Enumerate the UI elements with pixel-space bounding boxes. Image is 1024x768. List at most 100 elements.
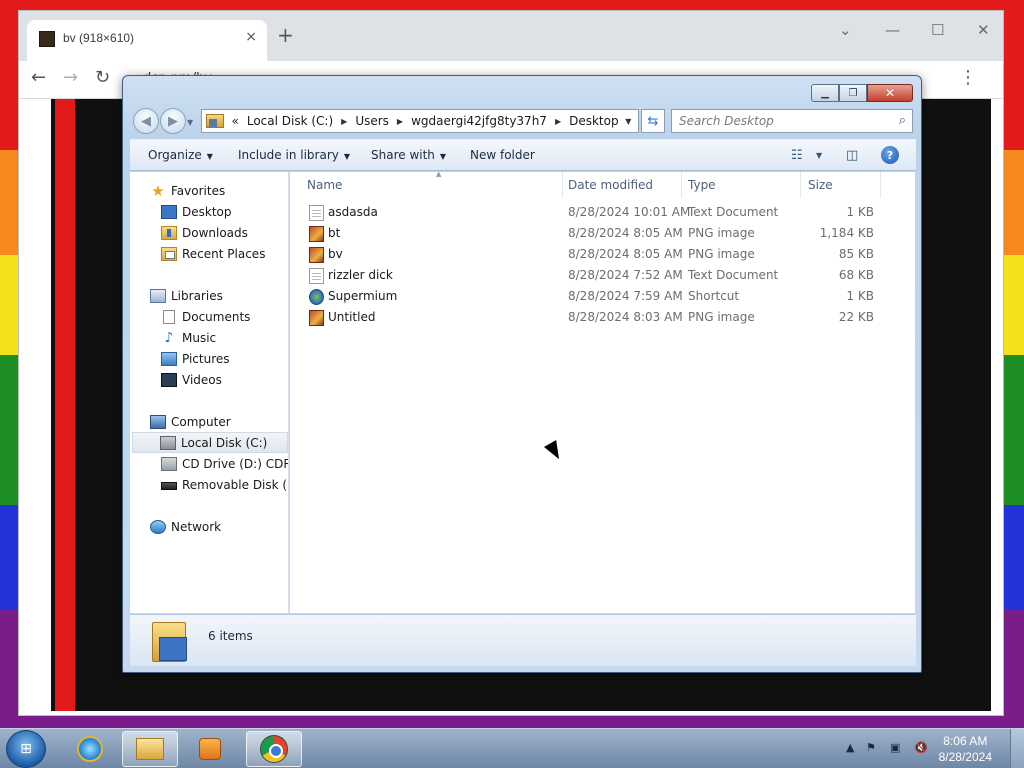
breadcrumb-local-disk[interactable]: Local Disk (C:) bbox=[247, 114, 333, 128]
network-tray-icon[interactable]: ▣ bbox=[890, 741, 900, 754]
folder-icon bbox=[152, 622, 187, 662]
more-menu-icon[interactable]: ⋮ bbox=[959, 67, 977, 88]
taskbar: ⊞ ▲ ⚑ ▣ 🔇 8:06 AM 8/28/2024 bbox=[0, 728, 1024, 768]
preview-pane-icon[interactable]: ◫ bbox=[846, 148, 858, 163]
chevron-down-icon[interactable]: ⌄ bbox=[839, 21, 852, 39]
view-options-chevron-icon[interactable]: ▼ bbox=[816, 151, 822, 160]
browser-tab[interactable]: bv (918×610) × bbox=[27, 20, 267, 61]
column-header-label: Type bbox=[688, 178, 716, 192]
nav-item-pictures[interactable]: Pictures bbox=[161, 348, 230, 369]
file-row[interactable]: Supermium 8/28/2024 7:59 AM Shortcut 1 K… bbox=[290, 286, 910, 307]
nav-item-local-disk[interactable]: Local Disk (C:) bbox=[132, 432, 288, 453]
file-row[interactable]: bv 8/28/2024 8:05 AM PNG image 85 KB bbox=[290, 244, 910, 265]
taskbar-internet-explorer[interactable] bbox=[62, 731, 118, 767]
share-with-button[interactable]: Share with ▼ bbox=[371, 148, 446, 162]
recent-pages-chevron-icon[interactable]: ▼ bbox=[187, 118, 193, 127]
nav-item-label: Recent Places bbox=[182, 246, 266, 261]
nav-item-documents[interactable]: Documents bbox=[161, 306, 250, 327]
network-icon bbox=[150, 519, 166, 534]
nav-item-label: Computer bbox=[171, 414, 231, 429]
breadcrumb-users[interactable]: Users bbox=[355, 114, 389, 128]
file-row[interactable]: bt 8/28/2024 8:05 AM PNG image 1,184 KB bbox=[290, 223, 910, 244]
nav-item-network[interactable]: Network bbox=[150, 516, 221, 537]
taskbar-browser[interactable] bbox=[246, 731, 302, 767]
nav-item-favorites[interactable]: ★ Favorites bbox=[150, 180, 225, 201]
forward-arrow-icon[interactable]: → bbox=[63, 67, 78, 88]
change-view-icon[interactable]: ☷ bbox=[791, 148, 803, 163]
page-image-stripe bbox=[55, 99, 75, 711]
breadcrumb-arrow-icon[interactable]: ▶ bbox=[341, 117, 347, 126]
refresh-icon[interactable]: ⇆ bbox=[641, 109, 665, 133]
show-hidden-icons-icon[interactable]: ▲ bbox=[846, 741, 854, 754]
nav-item-label: Music bbox=[182, 330, 217, 345]
column-header-label: Date modified bbox=[568, 178, 654, 192]
browser-maximize-icon[interactable]: ☐ bbox=[931, 21, 944, 39]
include-in-library-label: Include in library bbox=[238, 148, 339, 162]
chevron-down-icon: ▼ bbox=[343, 152, 351, 161]
file-type: Shortcut bbox=[688, 289, 740, 303]
internet-explorer-icon bbox=[77, 736, 103, 762]
downloads-folder-icon bbox=[161, 225, 177, 240]
new-folder-button[interactable]: New folder bbox=[470, 148, 535, 162]
text-file-icon bbox=[309, 205, 324, 221]
png-image-icon bbox=[309, 310, 324, 326]
nav-item-removable-disk[interactable]: Removable Disk (E:) bbox=[161, 474, 288, 495]
nav-item-cd-drive[interactable]: CD Drive (D:) CDROM bbox=[161, 453, 288, 474]
column-header-name[interactable]: Name ▲ bbox=[300, 170, 563, 198]
start-button[interactable]: ⊞ bbox=[6, 730, 46, 768]
libraries-icon bbox=[150, 288, 166, 303]
address-history-chevron-icon[interactable]: ▼ bbox=[619, 110, 638, 132]
include-in-library-button[interactable]: Include in library ▼ bbox=[238, 148, 350, 162]
action-center-flag-icon[interactable]: ⚑ bbox=[866, 741, 876, 754]
tab-close-icon[interactable]: × bbox=[245, 29, 257, 45]
pictures-icon bbox=[161, 351, 177, 366]
address-bar[interactable]: « Local Disk (C:) ▶ Users ▶ wgdaergi42jf… bbox=[201, 109, 639, 133]
back-button[interactable]: ◀ bbox=[133, 108, 159, 134]
back-arrow-icon[interactable]: ← bbox=[31, 67, 46, 88]
nav-item-libraries[interactable]: Libraries bbox=[150, 285, 223, 306]
png-image-icon bbox=[309, 226, 324, 242]
file-row[interactable]: asdasda 8/28/2024 10:01 AM Text Document… bbox=[290, 202, 910, 223]
browser-close-icon[interactable]: ✕ bbox=[977, 21, 990, 39]
column-header-type[interactable]: Type bbox=[681, 172, 801, 198]
system-clock[interactable]: 8:06 AM 8/28/2024 bbox=[939, 733, 992, 765]
organize-button[interactable]: Organize ▼ bbox=[148, 148, 213, 162]
nav-item-music[interactable]: ♪ Music bbox=[161, 327, 217, 348]
browser-minimize-icon[interactable]: — bbox=[885, 21, 900, 39]
windows-explorer-icon bbox=[136, 738, 164, 760]
png-image-icon bbox=[309, 247, 324, 263]
forward-button[interactable]: ▶ bbox=[160, 108, 186, 134]
new-tab-button[interactable]: + bbox=[277, 23, 294, 47]
help-icon[interactable]: ? bbox=[881, 146, 899, 164]
close-button[interactable]: ✕ bbox=[867, 84, 913, 102]
taskbar-media-player[interactable] bbox=[182, 731, 238, 767]
file-row[interactable]: rizzler dick 8/28/2024 7:52 AM Text Docu… bbox=[290, 265, 910, 286]
volume-muted-icon[interactable]: 🔇 bbox=[914, 741, 928, 754]
search-input[interactable] bbox=[672, 110, 882, 132]
show-desktop-button[interactable] bbox=[1010, 729, 1024, 768]
nav-item-recent-places[interactable]: Recent Places bbox=[161, 243, 265, 264]
column-header-label: Name bbox=[307, 178, 343, 192]
breadcrumb-desktop[interactable]: Desktop bbox=[569, 114, 619, 128]
nav-item-downloads[interactable]: Downloads bbox=[161, 222, 248, 243]
file-row[interactable]: Untitled 8/28/2024 8:03 AM PNG image 22 … bbox=[290, 307, 910, 328]
breadcrumb-overflow[interactable]: « bbox=[232, 114, 239, 128]
search-box[interactable]: ⌕ bbox=[671, 109, 913, 133]
column-header-size[interactable]: Size bbox=[801, 172, 881, 198]
nav-item-desktop[interactable]: Desktop bbox=[161, 201, 232, 222]
nav-item-videos[interactable]: Videos bbox=[161, 369, 222, 390]
column-header-date-modified[interactable]: Date modified bbox=[561, 172, 682, 198]
nav-item-label: Libraries bbox=[171, 288, 223, 303]
file-type: Text Document bbox=[688, 268, 779, 282]
file-name: Supermium bbox=[328, 289, 398, 303]
search-icon[interactable]: ⌕ bbox=[899, 113, 906, 128]
breadcrumb-arrow-icon[interactable]: ▶ bbox=[397, 117, 403, 126]
minimize-button[interactable]: ▁ bbox=[811, 84, 839, 102]
reload-icon[interactable]: ↻ bbox=[95, 67, 110, 88]
taskbar-windows-explorer[interactable] bbox=[122, 731, 178, 767]
film-icon bbox=[161, 372, 177, 387]
breadcrumb-user-folder[interactable]: wgdaergi42jfg8ty37h7 bbox=[411, 114, 547, 128]
nav-item-computer[interactable]: Computer bbox=[150, 411, 231, 432]
maximize-button[interactable]: ❐ bbox=[839, 84, 867, 102]
breadcrumb-arrow-icon[interactable]: ▶ bbox=[555, 117, 561, 126]
